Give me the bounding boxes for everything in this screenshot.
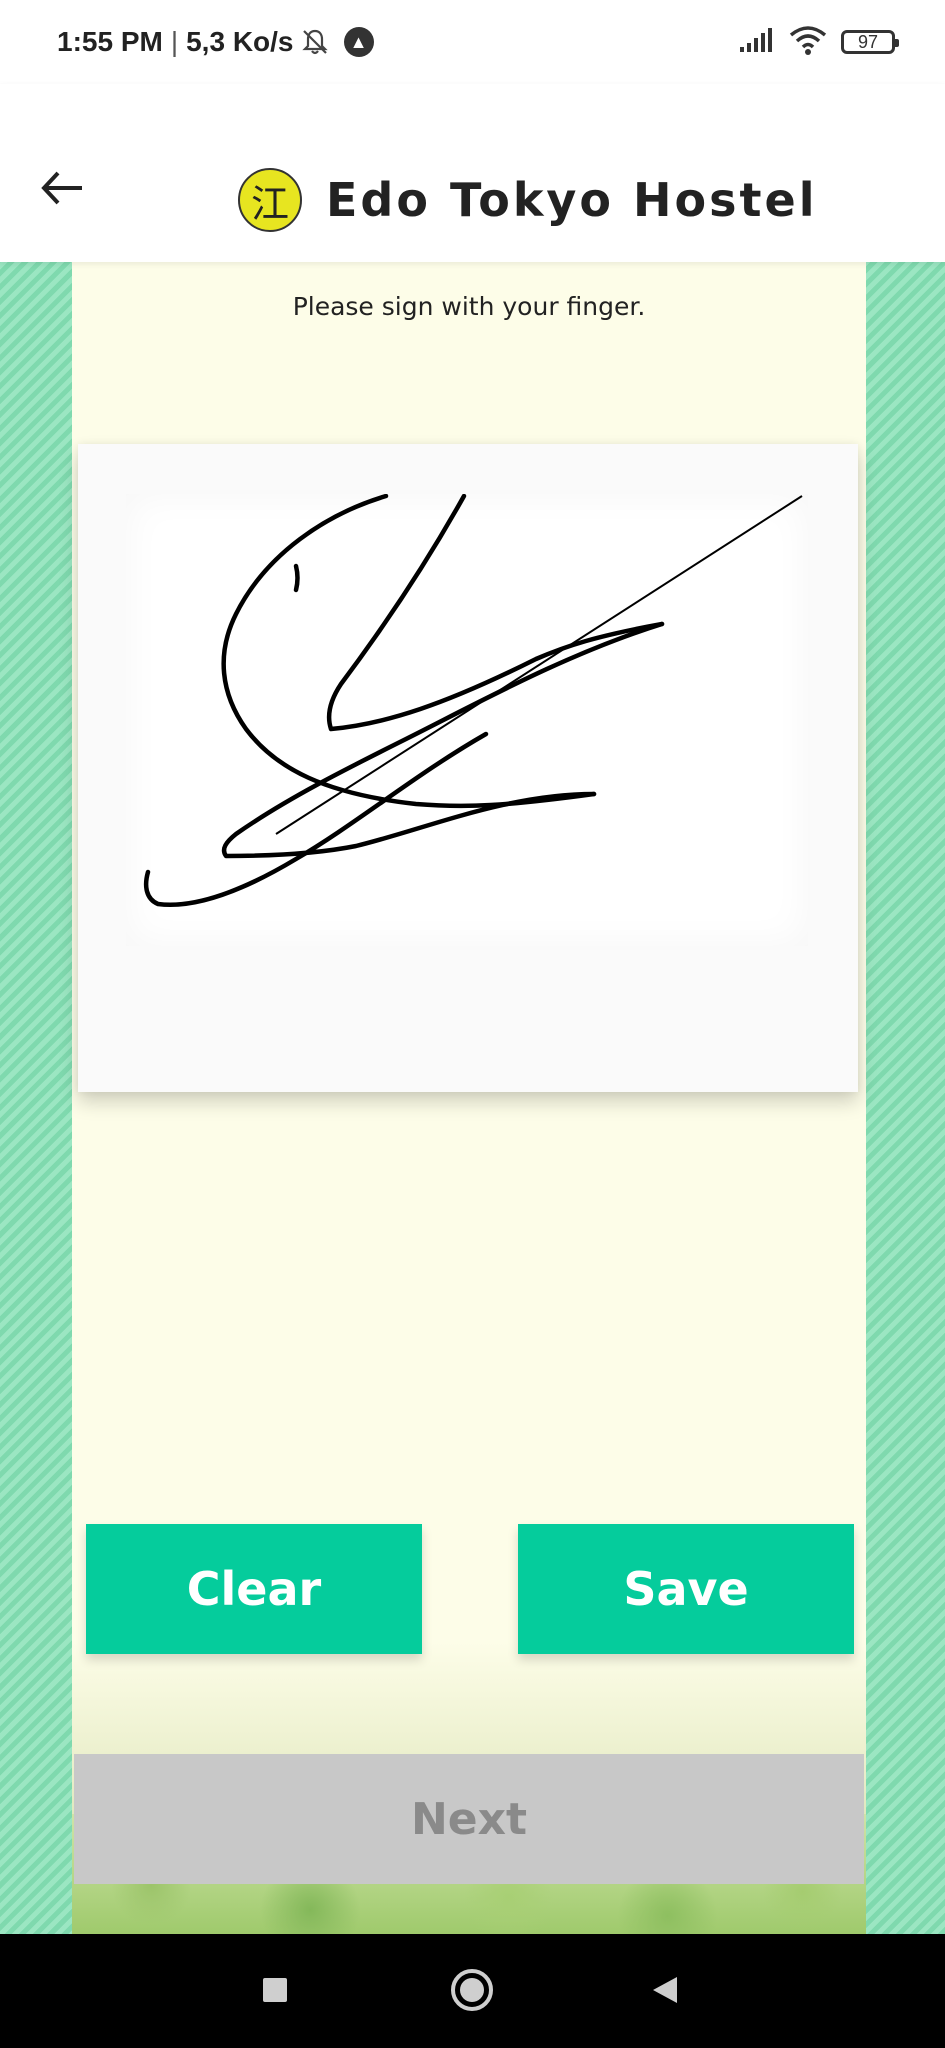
system-navigation-bar <box>0 1934 945 2048</box>
status-separator: | <box>170 26 179 57</box>
status-right: 97 <box>739 24 899 60</box>
recents-square-icon <box>260 1975 290 2009</box>
next-button[interactable]: Next <box>74 1754 864 1884</box>
wifi-icon <box>789 25 827 59</box>
status-left: 1:55 PM | 5,3 Ko/s ▲ <box>57 22 374 62</box>
home-circle-icon <box>449 1967 495 2017</box>
back-nav-button[interactable] <box>635 1962 695 2022</box>
save-button[interactable]: Save <box>518 1524 854 1654</box>
back-button[interactable] <box>36 164 88 216</box>
next-button-label: Next <box>410 1793 528 1845</box>
clear-button[interactable]: Clear <box>86 1524 422 1654</box>
signature-pad[interactable] <box>126 494 808 946</box>
signature-drawing <box>143 494 803 907</box>
clear-button-label: Clear <box>186 1562 322 1616</box>
status-bar: 1:55 PM | 5,3 Ko/s ▲ 97 <box>0 0 945 84</box>
app-header: 江 Edo Tokyo Hostel <box>0 84 945 262</box>
save-button-label: Save <box>623 1562 749 1616</box>
recents-button[interactable] <box>245 1962 305 2022</box>
page-title: Edo Tokyo Hostel <box>326 173 818 227</box>
mute-bell-icon <box>300 27 330 57</box>
status-speed: 5,3 Ko/s <box>186 26 294 57</box>
arrow-left-icon <box>40 170 84 210</box>
signature-instruction: Please sign with your finger. <box>292 292 646 321</box>
home-button[interactable] <box>442 1962 502 2022</box>
signal-icon <box>739 27 775 57</box>
brand: 江 Edo Tokyo Hostel <box>238 164 817 236</box>
back-triangle-icon <box>649 1974 681 2010</box>
hostel-logo: 江 <box>238 168 302 232</box>
app-notification-icon: ▲ <box>343 27 374 57</box>
content-panel: Please sign with your finger. Clear Save… <box>72 262 866 1934</box>
signature-card <box>78 444 858 1092</box>
battery-level: 97 <box>857 31 879 52</box>
logo-glyph: 江 <box>250 181 289 226</box>
status-time: 1:55 PM <box>57 26 163 57</box>
battery-icon: 97 <box>841 30 899 54</box>
